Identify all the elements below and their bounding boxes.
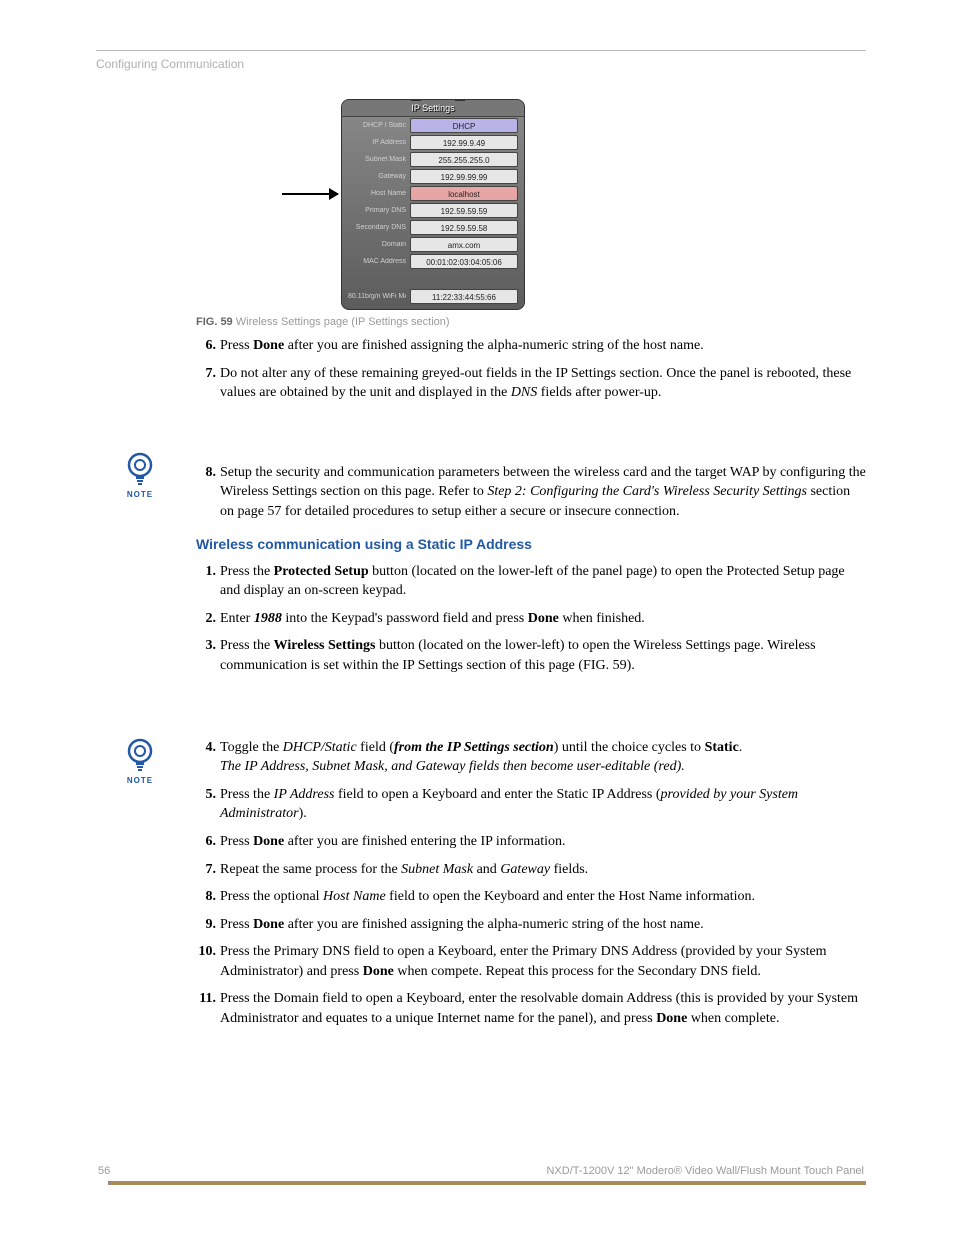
ip-row: MAC Address 00:01:02:03:04:05:06: [342, 253, 524, 270]
step: 6. Press Done after you are finished ent…: [196, 832, 866, 852]
step: 4. Toggle the DHCP/Static field (from th…: [196, 738, 866, 777]
ip-row: Host Name localhost: [342, 185, 524, 202]
step: 8. Setup the security and communication …: [196, 463, 866, 522]
ip-field: 00:01:02:03:04:05:06: [410, 254, 518, 269]
step: 9. Press Done after you are finished ass…: [196, 915, 866, 935]
ip-row: 80.11b/g/n WiFi MAC Address 11:22:33:44:…: [342, 288, 524, 305]
ip-label: MAC Address: [348, 258, 406, 265]
ip-row: DHCP / Static DHCP: [342, 117, 524, 134]
ip-row: Gateway 192.99.99.99: [342, 168, 524, 185]
ip-field: 255.255.255.0: [410, 152, 518, 167]
ip-field: localhost: [410, 186, 518, 201]
ip-label: DHCP / Static: [348, 122, 406, 129]
step: 3. Press the Wireless Settings button (l…: [196, 636, 866, 675]
header-section: Configuring Communication: [96, 57, 866, 71]
ip-row: Secondary DNS 192.59.59.58: [342, 219, 524, 236]
note-icon: NOTE: [122, 738, 158, 785]
figure-ip-settings: IP Settings DHCP / Static DHCP IP Address 1…: [196, 99, 866, 310]
ip-field: 11:22:33:44:55:66: [410, 289, 518, 304]
ip-field: 192.59.59.58: [410, 220, 518, 235]
ip-row: Subnet Mask 255.255.255.0: [342, 151, 524, 168]
step: 1. Press the Protected Setup button (loc…: [196, 562, 866, 601]
section-heading: Wireless communication using a Static IP…: [196, 536, 866, 552]
step: 7. Repeat the same process for the Subne…: [196, 860, 866, 880]
product-name: NXD/T-1200V 12" Modero® Video Wall/Flush…: [546, 1165, 864, 1177]
step: 11. Press the Domain field to open a Key…: [196, 989, 866, 1028]
ip-field: amx.com: [410, 237, 518, 252]
arrow-pointer: [282, 193, 338, 195]
ip-label: IP Address: [348, 139, 406, 146]
ip-settings-panel: IP Settings DHCP / Static DHCP IP Address 1…: [341, 99, 525, 310]
ip-label: 80.11b/g/n WiFi MAC Address: [348, 293, 406, 300]
step: 5. Press the IP Address field to open a …: [196, 785, 866, 824]
step: 10. Press the Primary DNS field to open …: [196, 942, 866, 981]
ip-field: 192.59.59.59: [410, 203, 518, 218]
ip-label: Primary DNS: [348, 207, 406, 214]
ip-field: 192.99.9.49: [410, 135, 518, 150]
step: 6. Press Done after you are finished ass…: [196, 336, 866, 356]
ip-row: Primary DNS 192.59.59.59: [342, 202, 524, 219]
ip-panel-title: IP Settings: [342, 100, 524, 117]
ip-field: DHCP: [410, 118, 518, 133]
figure-caption: FIG. 59 Wireless Settings page (IP Setti…: [196, 316, 866, 328]
note-icon: NOTE: [122, 452, 158, 499]
ip-label: Gateway: [348, 173, 406, 180]
ip-label: Subnet Mask: [348, 156, 406, 163]
step: 7. Do not alter any of these remaining g…: [196, 364, 866, 403]
ip-label: Host Name: [348, 190, 406, 197]
step: 2. Enter 1988 into the Keypad's password…: [196, 609, 866, 629]
page-number: 56: [98, 1165, 110, 1177]
ip-label: Domain: [348, 241, 406, 248]
ip-row: Domain amx.com: [342, 236, 524, 253]
page-footer: 56 NXD/T-1200V 12" Modero® Video Wall/Fl…: [96, 1165, 866, 1185]
step: 8. Press the optional Host Name field to…: [196, 887, 866, 907]
ip-row: IP Address 192.99.9.49: [342, 134, 524, 151]
ip-label: Secondary DNS: [348, 224, 406, 231]
ip-field: 192.99.99.99: [410, 169, 518, 184]
